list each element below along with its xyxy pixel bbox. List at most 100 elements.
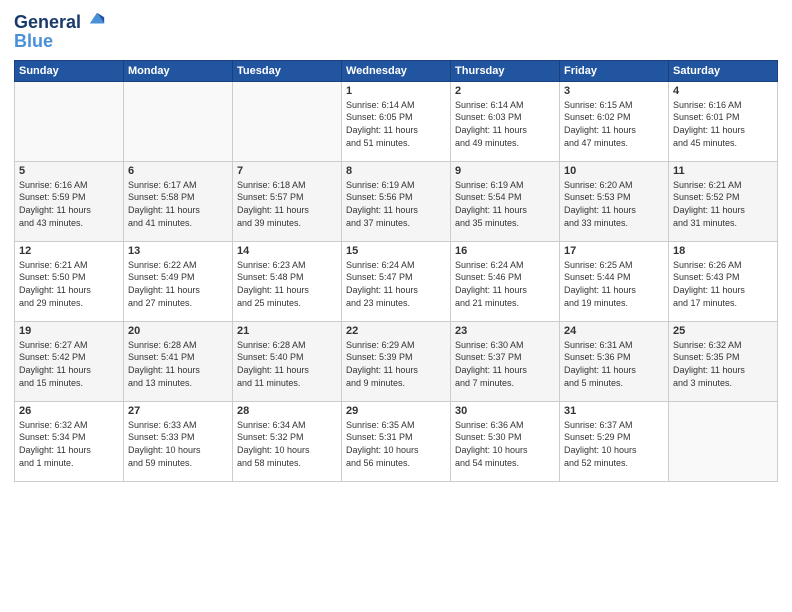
day-number: 29 xyxy=(346,405,446,417)
day-number: 6 xyxy=(128,165,228,177)
calendar-cell: 6 Sunrise: 6:17 AM Sunset: 5:58 PM Daylig… xyxy=(124,161,233,241)
day-number: 31 xyxy=(564,405,664,417)
day-info: Sunrise: 6:29 AM Sunset: 5:39 PM Dayligh… xyxy=(346,339,446,389)
week-row-4: 19 Sunrise: 6:27 AM Sunset: 5:42 PM Dayli… xyxy=(15,321,778,401)
day-number: 27 xyxy=(128,405,228,417)
calendar-cell xyxy=(233,81,342,161)
day-info: Sunrise: 6:21 AM Sunset: 5:50 PM Dayligh… xyxy=(19,259,119,309)
day-number: 8 xyxy=(346,165,446,177)
calendar-cell: 23 Sunrise: 6:30 AM Sunset: 5:37 PM Dayli… xyxy=(451,321,560,401)
day-number: 22 xyxy=(346,325,446,337)
day-number: 11 xyxy=(673,165,773,177)
calendar-cell: 7Sunrise: 6:18 AM Sunset: 5:57 PM Daylig… xyxy=(233,161,342,241)
calendar-cell: 21Sunrise: 6:28 AM Sunset: 5:40 PM Dayli… xyxy=(233,321,342,401)
day-info: Sunrise: 6:32 AM Sunset: 5:34 PM Dayligh… xyxy=(19,419,119,469)
calendar-cell xyxy=(15,81,124,161)
day-info: Sunrise: 6:17 AM Sunset: 5:58 PM Dayligh… xyxy=(128,179,228,229)
day-number: 5 xyxy=(19,165,119,177)
day-info: Sunrise: 6:23 AM Sunset: 5:48 PM Dayligh… xyxy=(237,259,337,309)
calendar-cell: 11 Sunrise: 6:21 AM Sunset: 5:52 PM Dayli… xyxy=(669,161,778,241)
day-info: Sunrise: 6:22 AM Sunset: 5:49 PM Dayligh… xyxy=(128,259,228,309)
calendar-cell: 2 Sunrise: 6:14 AM Sunset: 6:03 PM Daylig… xyxy=(451,81,560,161)
day-number: 21 xyxy=(237,325,337,337)
day-info: Sunrise: 6:14 AM Sunset: 6:05 PM Dayligh… xyxy=(346,99,446,149)
day-number: 18 xyxy=(673,245,773,257)
day-info: Sunrise: 6:36 AM Sunset: 5:30 PM Dayligh… xyxy=(455,419,555,469)
calendar-cell: 10 Sunrise: 6:20 AM Sunset: 5:53 PM Dayli… xyxy=(560,161,669,241)
calendar-cell: 12 Sunrise: 6:21 AM Sunset: 5:50 PM Dayli… xyxy=(15,241,124,321)
day-info: Sunrise: 6:16 AM Sunset: 6:01 PM Dayligh… xyxy=(673,99,773,149)
calendar-cell: 5 Sunrise: 6:16 AM Sunset: 5:59 PM Daylig… xyxy=(15,161,124,241)
weekday-header-thursday: Thursday xyxy=(451,60,560,81)
weekday-header-wednesday: Wednesday xyxy=(342,60,451,81)
day-info: Sunrise: 6:28 AM Sunset: 5:41 PM Dayligh… xyxy=(128,339,228,389)
day-number: 13 xyxy=(128,245,228,257)
day-number: 24 xyxy=(564,325,664,337)
calendar-table: SundayMondayTuesdayWednesdayThursdayFrid… xyxy=(14,60,778,482)
day-info: Sunrise: 6:35 AM Sunset: 5:31 PM Dayligh… xyxy=(346,419,446,469)
calendar-cell: 29 Sunrise: 6:35 AM Sunset: 5:31 PM Dayli… xyxy=(342,401,451,481)
day-number: 3 xyxy=(564,85,664,97)
day-number: 19 xyxy=(19,325,119,337)
calendar-cell: 17 Sunrise: 6:25 AM Sunset: 5:44 PM Dayli… xyxy=(560,241,669,321)
day-number: 28 xyxy=(237,405,337,417)
day-info: Sunrise: 6:19 AM Sunset: 5:56 PM Dayligh… xyxy=(346,179,446,229)
day-info: Sunrise: 6:37 AM Sunset: 5:29 PM Dayligh… xyxy=(564,419,664,469)
calendar-cell: 28Sunrise: 6:34 AM Sunset: 5:32 PM Dayli… xyxy=(233,401,342,481)
day-info: Sunrise: 6:25 AM Sunset: 5:44 PM Dayligh… xyxy=(564,259,664,309)
day-number: 17 xyxy=(564,245,664,257)
weekday-header-tuesday: Tuesday xyxy=(233,60,342,81)
day-number: 23 xyxy=(455,325,555,337)
day-number: 4 xyxy=(673,85,773,97)
calendar-cell: 22 Sunrise: 6:29 AM Sunset: 5:39 PM Dayli… xyxy=(342,321,451,401)
day-number: 2 xyxy=(455,85,555,97)
calendar-cell: 18 Sunrise: 6:26 AM Sunset: 5:43 PM Dayli… xyxy=(669,241,778,321)
calendar-cell: 26Sunrise: 6:32 AM Sunset: 5:34 PM Dayli… xyxy=(15,401,124,481)
day-info: Sunrise: 6:16 AM Sunset: 5:59 PM Dayligh… xyxy=(19,179,119,229)
calendar-cell: 27 Sunrise: 6:33 AM Sunset: 5:33 PM Dayli… xyxy=(124,401,233,481)
calendar-cell xyxy=(669,401,778,481)
day-info: Sunrise: 6:30 AM Sunset: 5:37 PM Dayligh… xyxy=(455,339,555,389)
day-info: Sunrise: 6:18 AM Sunset: 5:57 PM Dayligh… xyxy=(237,179,337,229)
weekday-header-sunday: Sunday xyxy=(15,60,124,81)
calendar-cell: 19 Sunrise: 6:27 AM Sunset: 5:42 PM Dayli… xyxy=(15,321,124,401)
day-number: 1 xyxy=(346,85,446,97)
logo-text: General xyxy=(14,10,106,33)
week-row-5: 26Sunrise: 6:32 AM Sunset: 5:34 PM Dayli… xyxy=(15,401,778,481)
day-number: 20 xyxy=(128,325,228,337)
day-info: Sunrise: 6:20 AM Sunset: 5:53 PM Dayligh… xyxy=(564,179,664,229)
page-header: General Blue xyxy=(14,10,778,52)
day-number: 12 xyxy=(19,245,119,257)
weekday-header-row: SundayMondayTuesdayWednesdayThursdayFrid… xyxy=(15,60,778,81)
calendar-cell: 16Sunrise: 6:24 AM Sunset: 5:46 PM Dayli… xyxy=(451,241,560,321)
day-info: Sunrise: 6:27 AM Sunset: 5:42 PM Dayligh… xyxy=(19,339,119,389)
calendar-cell: 31 Sunrise: 6:37 AM Sunset: 5:29 PM Dayli… xyxy=(560,401,669,481)
calendar-cell: 3 Sunrise: 6:15 AM Sunset: 6:02 PM Daylig… xyxy=(560,81,669,161)
logo: General Blue xyxy=(14,10,106,52)
calendar-cell: 1 Sunrise: 6:14 AM Sunset: 6:05 PM Daylig… xyxy=(342,81,451,161)
day-info: Sunrise: 6:26 AM Sunset: 5:43 PM Dayligh… xyxy=(673,259,773,309)
day-number: 16 xyxy=(455,245,555,257)
day-info: Sunrise: 6:31 AM Sunset: 5:36 PM Dayligh… xyxy=(564,339,664,389)
week-row-1: 1 Sunrise: 6:14 AM Sunset: 6:05 PM Daylig… xyxy=(15,81,778,161)
day-info: Sunrise: 6:32 AM Sunset: 5:35 PM Dayligh… xyxy=(673,339,773,389)
calendar-cell: 8 Sunrise: 6:19 AM Sunset: 5:56 PM Daylig… xyxy=(342,161,451,241)
calendar-cell: 9Sunrise: 6:19 AM Sunset: 5:54 PM Daylig… xyxy=(451,161,560,241)
day-number: 10 xyxy=(564,165,664,177)
day-number: 9 xyxy=(455,165,555,177)
calendar-cell: 30Sunrise: 6:36 AM Sunset: 5:30 PM Dayli… xyxy=(451,401,560,481)
calendar-cell: 25Sunrise: 6:32 AM Sunset: 5:35 PM Dayli… xyxy=(669,321,778,401)
day-number: 14 xyxy=(237,245,337,257)
calendar-cell: 13 Sunrise: 6:22 AM Sunset: 5:49 PM Dayli… xyxy=(124,241,233,321)
week-row-2: 5 Sunrise: 6:16 AM Sunset: 5:59 PM Daylig… xyxy=(15,161,778,241)
calendar-cell: 4 Sunrise: 6:16 AM Sunset: 6:01 PM Daylig… xyxy=(669,81,778,161)
day-info: Sunrise: 6:33 AM Sunset: 5:33 PM Dayligh… xyxy=(128,419,228,469)
calendar-cell: 24 Sunrise: 6:31 AM Sunset: 5:36 PM Dayli… xyxy=(560,321,669,401)
day-info: Sunrise: 6:15 AM Sunset: 6:02 PM Dayligh… xyxy=(564,99,664,149)
week-row-3: 12 Sunrise: 6:21 AM Sunset: 5:50 PM Dayli… xyxy=(15,241,778,321)
day-info: Sunrise: 6:21 AM Sunset: 5:52 PM Dayligh… xyxy=(673,179,773,229)
logo-blue: Blue xyxy=(14,31,106,52)
day-info: Sunrise: 6:14 AM Sunset: 6:03 PM Dayligh… xyxy=(455,99,555,149)
weekday-header-friday: Friday xyxy=(560,60,669,81)
calendar-cell: 14 Sunrise: 6:23 AM Sunset: 5:48 PM Dayli… xyxy=(233,241,342,321)
